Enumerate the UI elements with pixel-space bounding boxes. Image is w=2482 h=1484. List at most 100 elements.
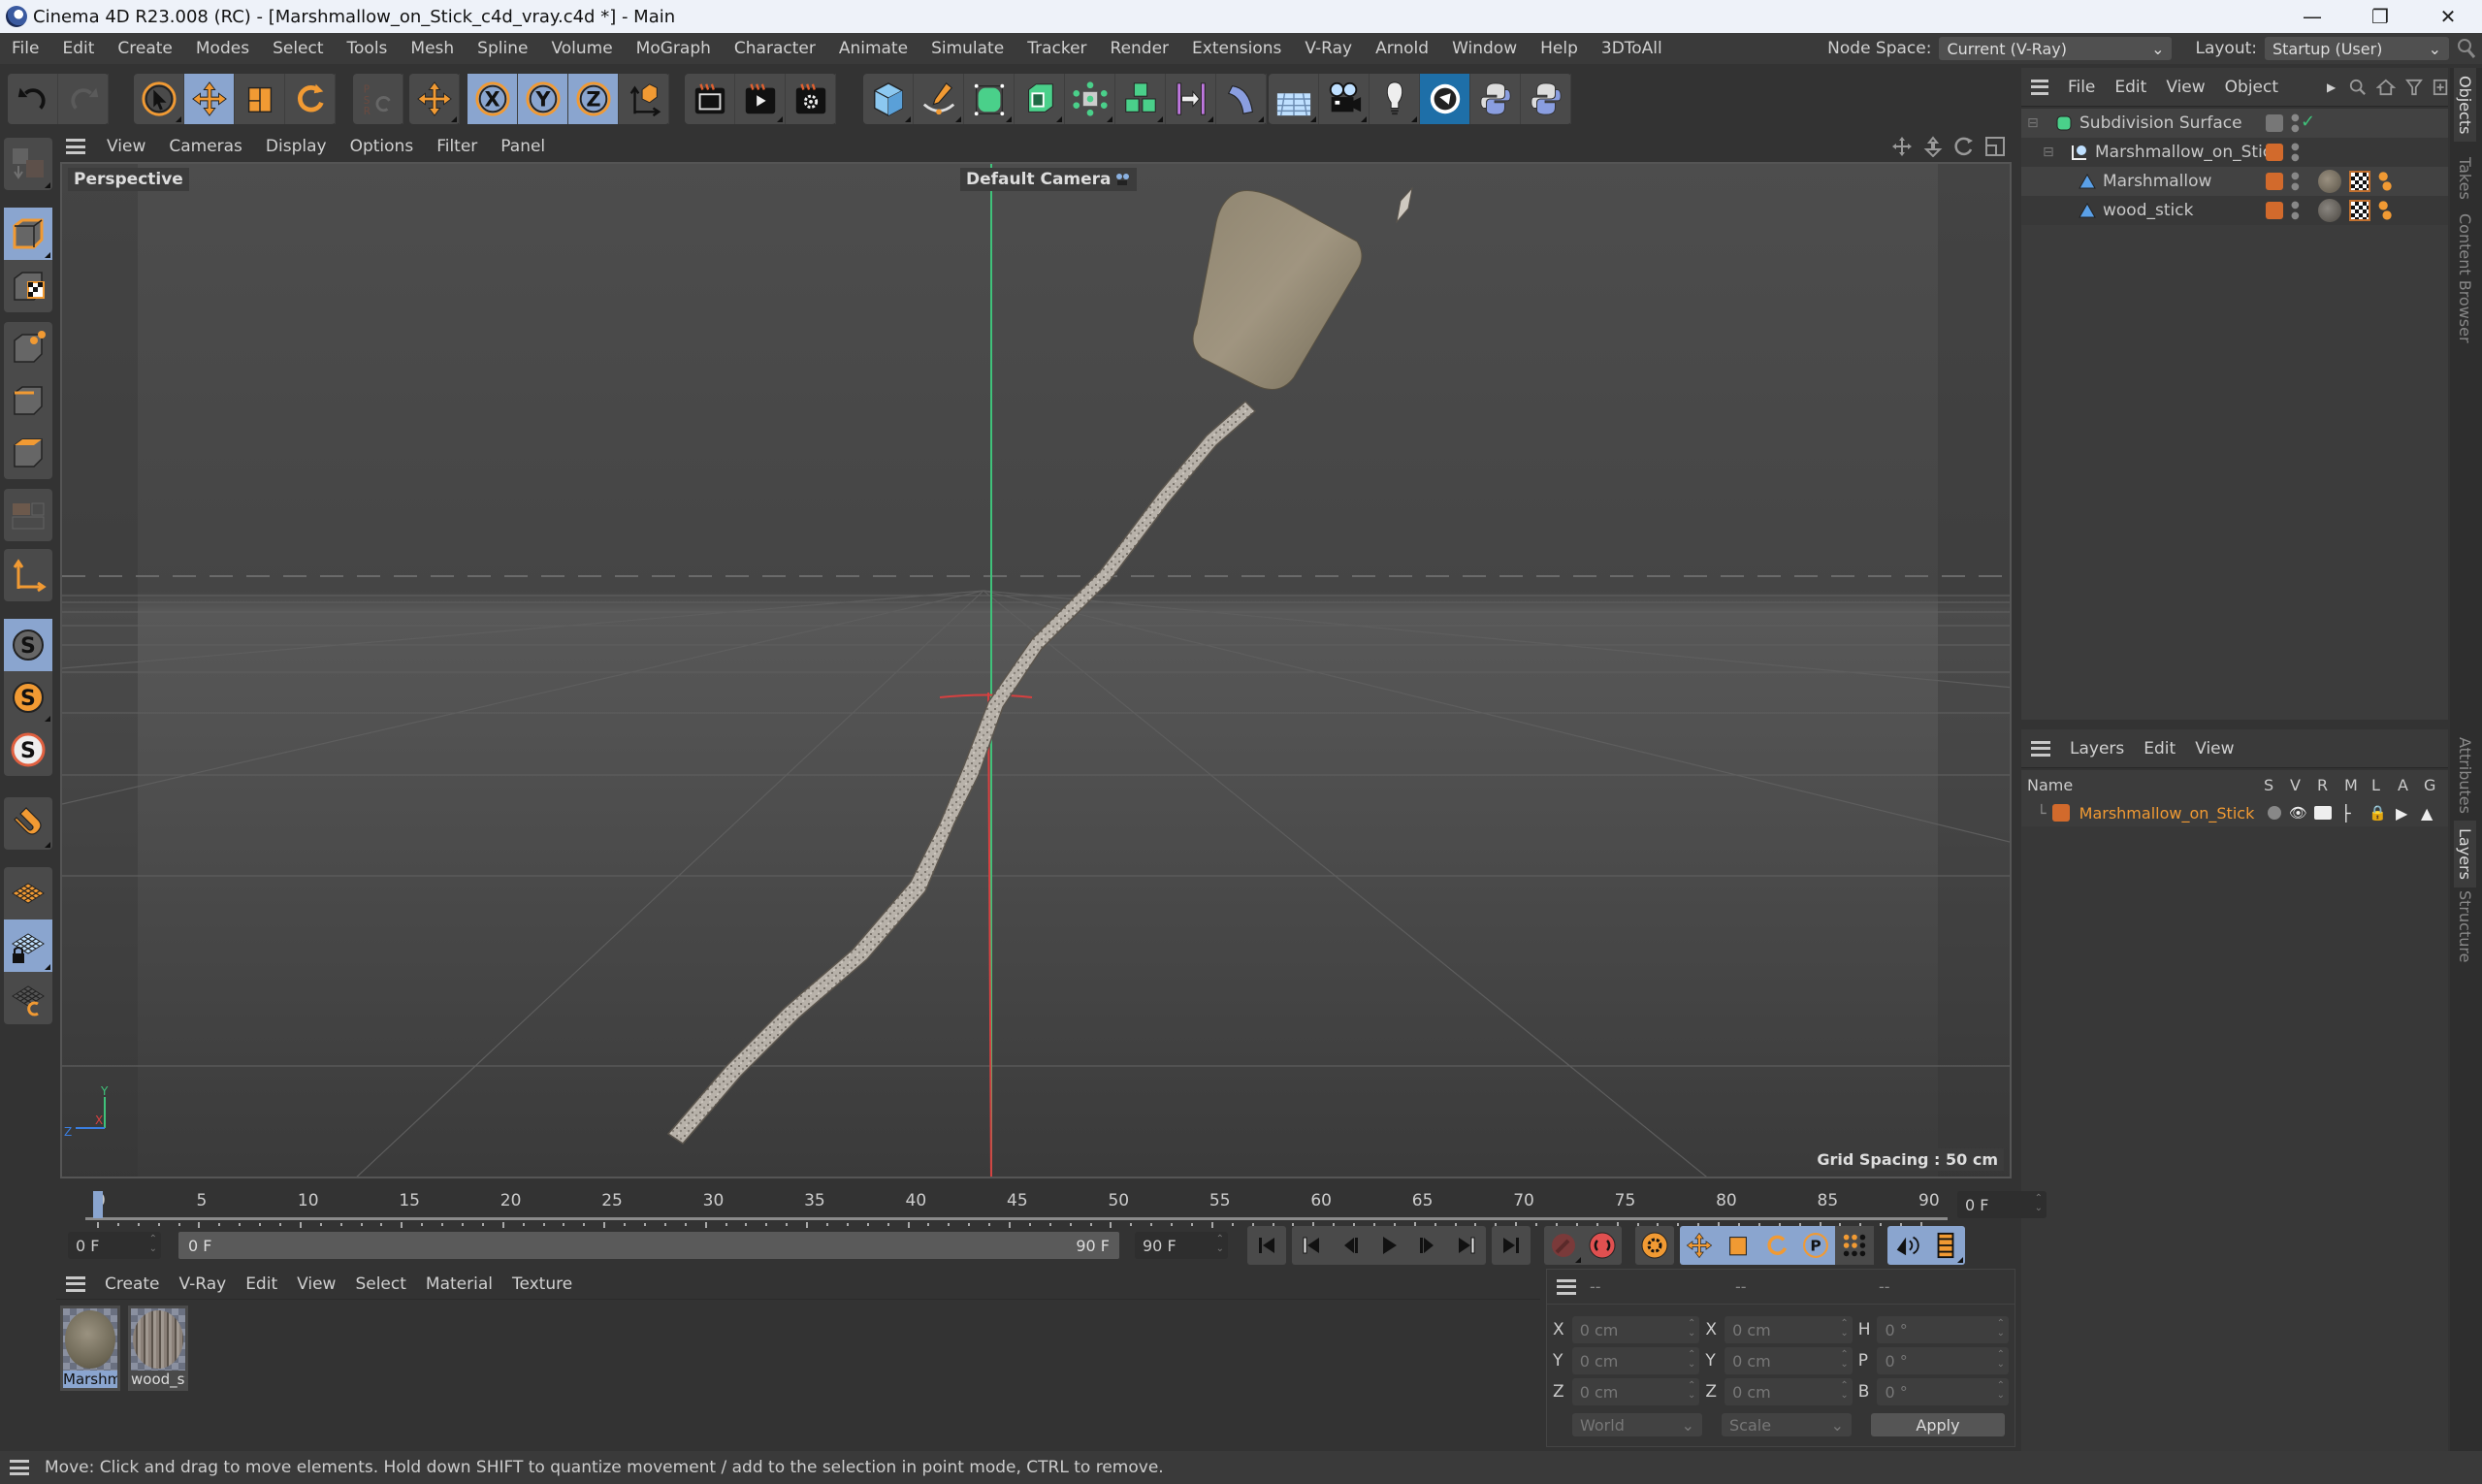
start-frame-field[interactable]: 0 F ⌃ ⌄ <box>68 1232 161 1259</box>
close-button[interactable]: ✕ <box>2414 5 2482 28</box>
autokeying-button[interactable] <box>1583 1226 1622 1265</box>
menu-file[interactable]: File <box>0 39 50 58</box>
array-button[interactable] <box>1065 74 1115 124</box>
lm-menu-edit[interactable]: Edit <box>2134 739 2185 758</box>
hamburger-menu-icon[interactable] <box>2031 79 2048 95</box>
pen-button[interactable] <box>914 74 964 124</box>
locked-workplane-button[interactable] <box>4 919 52 972</box>
live-selection-button[interactable] <box>134 74 184 124</box>
uv-mode-button[interactable] <box>4 489 52 541</box>
hamburger-menu-icon[interactable] <box>10 1460 29 1475</box>
spinner-icon[interactable]: ⌃ ⌄ <box>1997 1381 2005 1401</box>
layer-color-swatch[interactable] <box>2266 144 2283 161</box>
play-button[interactable] <box>1370 1226 1408 1265</box>
tab-attributes[interactable]: Attributes <box>2454 729 2476 822</box>
layer-name[interactable]: Marshmallow_on_Stick <box>2079 804 2255 823</box>
size-z-field[interactable]: 0 cm ⌃ ⌄ <box>1725 1378 1853 1405</box>
move-axis-button[interactable] <box>409 74 460 124</box>
sound-button[interactable] <box>1887 1226 1926 1265</box>
keyframe-selection-button[interactable] <box>1635 1226 1674 1265</box>
coordinate-system-button[interactable] <box>619 74 669 124</box>
viewport-menu-cameras[interactable]: Cameras <box>157 137 254 156</box>
minimize-button[interactable]: — <box>2278 5 2346 28</box>
light-button[interactable] <box>1370 74 1420 124</box>
column-visible[interactable]: V <box>2290 776 2301 794</box>
viewport-menu-display[interactable]: Display <box>254 137 338 156</box>
position-x-field[interactable]: 0 cm ⌃ ⌄ <box>1571 1316 1700 1343</box>
vray-tag-icon[interactable]: ● ● <box>2378 199 2392 220</box>
snap-settings-button[interactable]: S <box>4 671 52 724</box>
key-rotation-button[interactable] <box>1757 1226 1796 1265</box>
points-mode-button[interactable] <box>4 322 52 374</box>
hamburger-menu-icon[interactable] <box>66 1275 85 1292</box>
visibility-dots-icon[interactable]: ● ● <box>2291 200 2300 221</box>
axis-mode-button[interactable] <box>4 549 52 601</box>
current-frame-field[interactable]: 0 F ⌃ ⌄ <box>1957 1191 2047 1218</box>
floor-button[interactable] <box>1269 74 1319 124</box>
menu-character[interactable]: Character <box>723 39 827 58</box>
om-menu-file[interactable]: File <box>2058 78 2105 97</box>
cinema4d-button[interactable] <box>1420 74 1470 124</box>
record-active-objects-button[interactable] <box>1544 1226 1583 1265</box>
menu-modes[interactable]: Modes <box>184 39 261 58</box>
mm-menu-vray[interactable]: V-Ray <box>170 1274 237 1294</box>
tab-layers[interactable]: Layers <box>2454 821 2476 887</box>
menu-mograph[interactable]: MoGraph <box>625 39 723 58</box>
menu-tracker[interactable]: Tracker <box>1015 39 1098 58</box>
psr-reset-button[interactable]: PSR <box>353 74 403 124</box>
spinner-icon[interactable]: ⌃ ⌄ <box>149 1235 157 1254</box>
spinner-icon[interactable]: ⌃ ⌄ <box>1688 1381 1695 1401</box>
spinner-icon[interactable]: ⌃ ⌄ <box>1997 1350 2005 1370</box>
key-position-button[interactable] <box>1680 1226 1719 1265</box>
material-item-marshmallow[interactable]: Marshm <box>60 1306 120 1391</box>
python-button[interactable] <box>1470 74 1521 124</box>
size-mode-dropdown[interactable]: Scale ⌄ <box>1722 1413 1852 1436</box>
material-item-wood-stick[interactable]: wood_st <box>128 1306 188 1391</box>
filter-icon[interactable] <box>2404 78 2423 97</box>
object-row-marshmallow[interactable]: Marshmallow ● ● ● ● <box>2021 167 2448 196</box>
size-y-field[interactable]: 0 cm ⌃ ⌄ <box>1725 1347 1853 1374</box>
previous-key-button[interactable] <box>1292 1226 1331 1265</box>
visibility-dots-icon[interactable]: ● ● <box>2291 171 2300 192</box>
mm-menu-select[interactable]: Select <box>345 1274 415 1294</box>
mm-menu-create[interactable]: Create <box>95 1274 170 1294</box>
previous-frame-button[interactable] <box>1331 1226 1370 1265</box>
magnet-button[interactable] <box>4 797 52 850</box>
menu-3dtoall[interactable]: 3DToAll <box>1590 39 1674 58</box>
layout-dropdown[interactable]: Startup (User) ⌄ <box>2265 37 2449 60</box>
object-row-wood-stick[interactable]: wood_stick ● ● ● ● <box>2021 196 2448 225</box>
film-strip-button[interactable] <box>1926 1226 1965 1265</box>
polygons-mode-button[interactable] <box>4 427 52 479</box>
spinner-icon[interactable]: ⌃ ⌄ <box>1840 1319 1848 1339</box>
layer-color-swatch[interactable] <box>2266 202 2283 219</box>
size-x-field[interactable]: 0 cm ⌃ ⌄ <box>1725 1316 1853 1343</box>
column-name[interactable]: Name <box>2027 776 2073 794</box>
restore-button[interactable]: ❐ <box>2346 5 2414 28</box>
layer-color-swatch[interactable] <box>2266 173 2283 190</box>
mm-menu-material[interactable]: Material <box>416 1274 502 1294</box>
animation-play-icon[interactable]: ▶ <box>2396 804 2407 823</box>
pan-icon[interactable] <box>1891 136 1913 157</box>
z-axis-lock-button[interactable]: Z <box>568 74 619 124</box>
apply-button[interactable]: Apply <box>1871 1413 2005 1436</box>
object-row-subdivision-surface[interactable]: ⊟ Subdivision Surface ● ● ✓ <box>2021 109 2448 138</box>
menu-render[interactable]: Render <box>1099 39 1181 58</box>
x-axis-lock-button[interactable]: X <box>467 74 518 124</box>
symmetry-button[interactable] <box>1166 74 1216 124</box>
y-axis-lock-button[interactable]: Y <box>518 74 568 124</box>
dolly-icon[interactable] <box>1922 136 1944 157</box>
undo-button[interactable] <box>8 74 58 124</box>
preview-range-slider[interactable]: 0 F 90 F <box>178 1232 1119 1259</box>
rotation-h-field[interactable]: 0 ° ⌃ ⌄ <box>1877 1316 2009 1343</box>
enabled-check-icon[interactable]: ✓ <box>2301 112 2315 132</box>
manager-hierarchy-icon[interactable]: ├ <box>2341 804 2351 823</box>
collapse-toggle-icon[interactable]: ⊟ <box>2027 115 2054 131</box>
solo-toggle-icon[interactable] <box>2268 806 2281 820</box>
spinner-icon[interactable]: ⌃ ⌄ <box>1840 1381 1848 1401</box>
viewport-menu-filter[interactable]: Filter <box>425 137 489 156</box>
orbit-icon[interactable] <box>1953 136 1975 157</box>
visibility-dots-icon[interactable]: ● ● <box>2291 113 2300 134</box>
hamburger-menu-icon[interactable] <box>66 139 85 154</box>
column-render[interactable]: R <box>2317 776 2328 794</box>
tab-content-browser[interactable]: Content Browser <box>2454 206 2476 351</box>
